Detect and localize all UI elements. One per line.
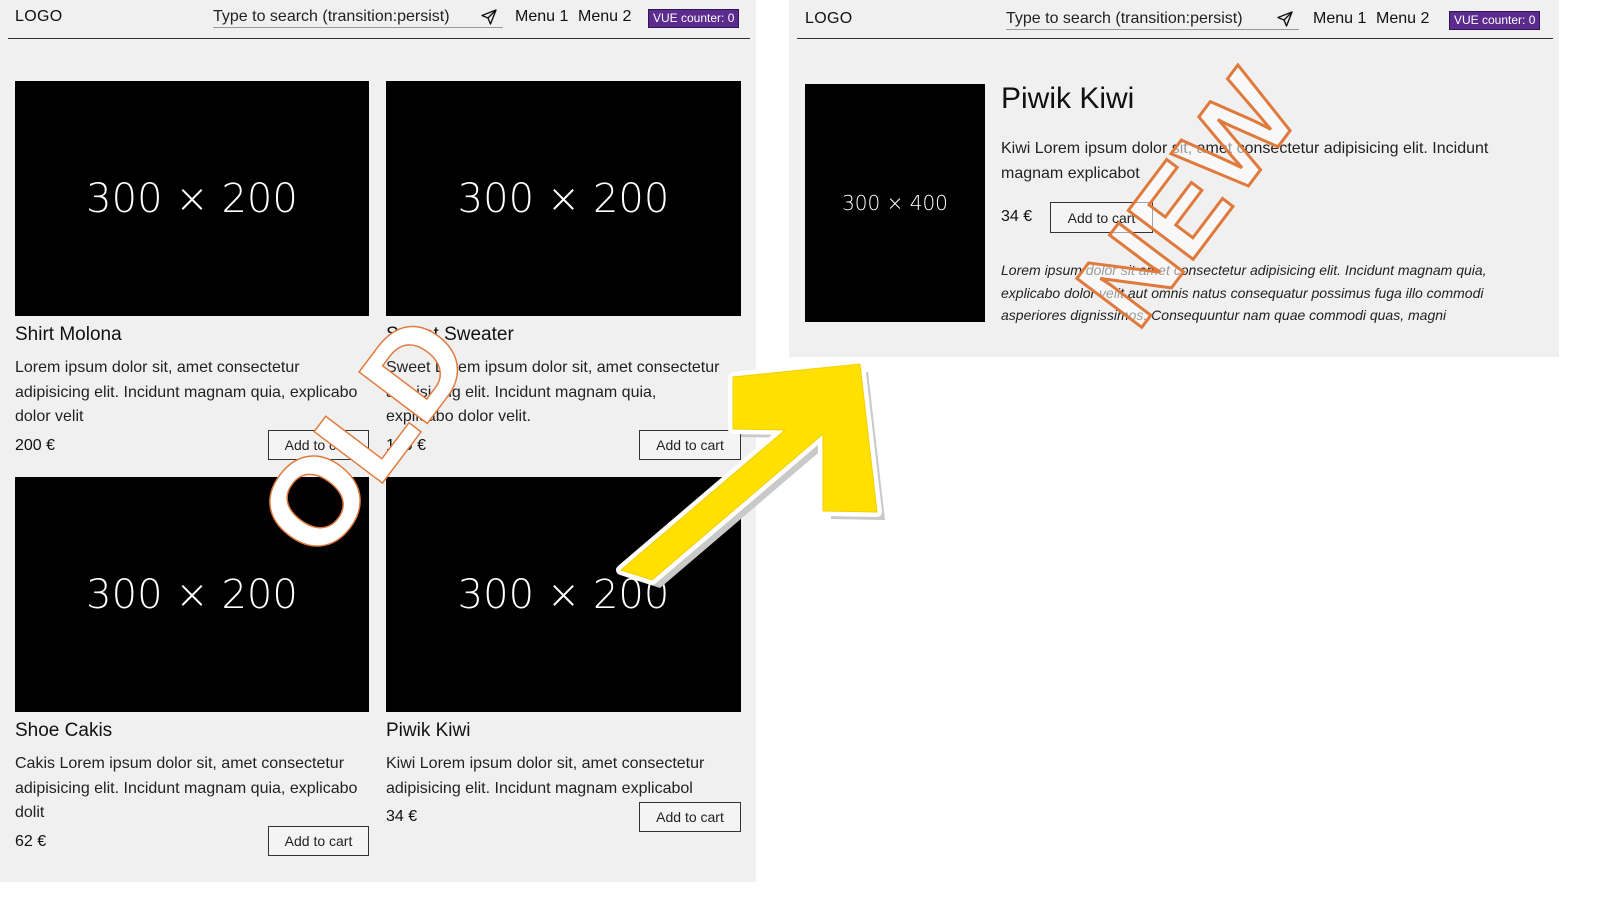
menu-1-link[interactable]: Menu 1 bbox=[1313, 10, 1366, 28]
product-image-placeholder[interactable]: 300 × 200 bbox=[15, 81, 369, 316]
search-input[interactable]: Type to search (transition:persist) bbox=[213, 4, 503, 28]
send-icon[interactable] bbox=[1277, 11, 1293, 27]
product-price: 34 € bbox=[386, 808, 418, 825]
product-name[interactable]: Shoe Cakis bbox=[15, 720, 112, 742]
product-price: 150 € bbox=[386, 437, 427, 454]
product-description: Lorem ipsum dolor sit, amet consectetur … bbox=[15, 359, 358, 425]
product-description: Cakis Lorem ipsum dolor sit, amet consec… bbox=[15, 755, 358, 821]
product-image-placeholder[interactable]: 300 × 200 bbox=[15, 477, 369, 712]
search-placeholder: Type to search (transition:persist) bbox=[1006, 10, 1243, 27]
product-image-placeholder: 300 × 400 bbox=[805, 84, 985, 322]
add-to-cart-button[interactable]: Add to cart bbox=[639, 430, 741, 460]
old-page-panel: LOGO Type to search (transition:persist)… bbox=[0, 0, 756, 882]
add-to-cart-button[interactable]: Add to cart bbox=[639, 802, 741, 832]
product-price: 34 € bbox=[1001, 208, 1033, 225]
product-image-placeholder[interactable]: 300 × 200 bbox=[386, 477, 741, 712]
search-input[interactable]: Type to search (transition:persist) bbox=[1006, 6, 1299, 30]
product-price: 62 € bbox=[15, 833, 47, 850]
search-placeholder: Type to search (transition:persist) bbox=[213, 8, 450, 25]
product-long-description: Lorem ipsum dolor sit amet consectetur a… bbox=[1001, 262, 1487, 323]
product-description: Kiwi Lorem ipsum dolor sit, amet consect… bbox=[386, 755, 705, 797]
product-title: Piwik Kiwi bbox=[1001, 82, 1135, 115]
product-price: 200 € bbox=[15, 437, 56, 454]
product-name[interactable]: Shirt Molona bbox=[15, 324, 122, 346]
menu-2-link[interactable]: Menu 2 bbox=[1376, 10, 1429, 28]
product-name[interactable]: Piwik Kiwi bbox=[386, 720, 470, 742]
logo[interactable]: LOGO bbox=[15, 8, 62, 26]
product-image-placeholder[interactable]: 300 × 200 bbox=[386, 81, 741, 316]
send-icon[interactable] bbox=[481, 9, 497, 25]
vue-counter-badge: VUE counter: 0 bbox=[648, 9, 740, 28]
new-page-panel: LOGO Type to search (transition:persist)… bbox=[789, 0, 1559, 357]
menu-1-link[interactable]: Menu 1 bbox=[515, 8, 568, 26]
product-name[interactable]: Sweet Sweater bbox=[386, 324, 514, 346]
product-description: Sweet Lorem ipsum dolor sit, amet consec… bbox=[386, 359, 720, 425]
product-description: Kiwi Lorem ipsum dolor sit, amet consect… bbox=[1001, 140, 1489, 182]
logo[interactable]: LOGO bbox=[805, 10, 852, 28]
new-header: LOGO Type to search (transition:persist)… bbox=[797, 0, 1553, 39]
old-header: LOGO Type to search (transition:persist)… bbox=[8, 0, 750, 39]
add-to-cart-button[interactable]: Add to cart bbox=[268, 430, 369, 460]
add-to-cart-button[interactable]: Add to cart bbox=[268, 826, 369, 856]
add-to-cart-button[interactable]: Add to cart bbox=[1050, 202, 1153, 233]
vue-counter-badge: VUE counter: 0 bbox=[1449, 11, 1541, 30]
menu-2-link[interactable]: Menu 2 bbox=[578, 8, 631, 26]
